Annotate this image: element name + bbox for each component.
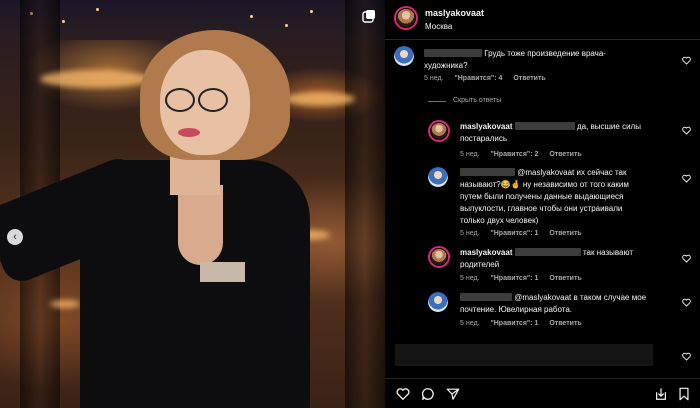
reply-meta: 5 нед. "Нравится": 1 Ответить — [460, 230, 582, 237]
heart-icon[interactable] — [682, 298, 691, 307]
glasses — [165, 88, 195, 112]
redacted-username — [424, 49, 482, 57]
reply-meta: 5 нед. "Нравится": 2 Ответить — [460, 151, 582, 158]
post-username[interactable]: maslyakovaat — [425, 8, 484, 18]
heart-icon[interactable] — [682, 56, 691, 65]
comment: Грудь тоже произведение врача-художника? — [424, 49, 606, 70]
redacted-mention — [514, 248, 581, 256]
post-header: maslyakovaat Москва — [385, 0, 700, 40]
heart-icon[interactable] — [682, 126, 691, 135]
tagged-grid-icon[interactable] — [361, 9, 377, 25]
redacted-username — [460, 293, 512, 301]
reply-avatar[interactable] — [428, 246, 450, 268]
heart-icon[interactable] — [396, 387, 410, 401]
action-bar — [385, 378, 700, 408]
bookmark-icon[interactable] — [677, 387, 691, 401]
reply-meta: 5 нед. "Нравится": 1 Ответить — [460, 320, 582, 327]
reply: maslyakovaat так называют родителей — [460, 248, 633, 269]
share-icon[interactable] — [446, 387, 460, 401]
reply: @maslyakovaat их сейчас так называют?😂🤞 … — [460, 168, 629, 225]
comments-panel: maslyakovaat Москва Грудь тоже произведе… — [385, 0, 700, 408]
reply: maslyakovaat да, высшие силы постарались — [460, 122, 641, 143]
divider — [428, 101, 446, 102]
commenter-avatar[interactable] — [394, 46, 414, 66]
reply-meta: 5 нед. "Нравится": 1 Ответить — [460, 275, 582, 282]
reply-avatar[interactable] — [428, 167, 448, 187]
post-location[interactable]: Москва — [425, 22, 452, 31]
heart-icon[interactable] — [682, 174, 691, 183]
comment-icon[interactable] — [421, 387, 435, 401]
redacted-username — [460, 168, 515, 176]
redacted-mention — [514, 122, 575, 130]
chevron-left-icon[interactable]: ‹ — [7, 229, 23, 245]
reply-avatar[interactable] — [428, 120, 450, 142]
post-photo[interactable]: ‹ — [0, 0, 385, 408]
save-story-icon[interactable] — [654, 387, 668, 401]
heart-icon[interactable] — [682, 254, 691, 263]
heart-icon[interactable] — [682, 352, 691, 361]
reply: @maslyakovaat в таком случае мое почтени… — [460, 293, 647, 314]
comment-meta: 5 нед. "Нравится": 4 Ответить — [424, 75, 546, 82]
avatar[interactable] — [394, 6, 418, 30]
hide-replies-link[interactable]: Скрыть ответы — [453, 97, 501, 104]
redacted-comment — [395, 344, 653, 366]
reply-avatar[interactable] — [428, 292, 448, 312]
